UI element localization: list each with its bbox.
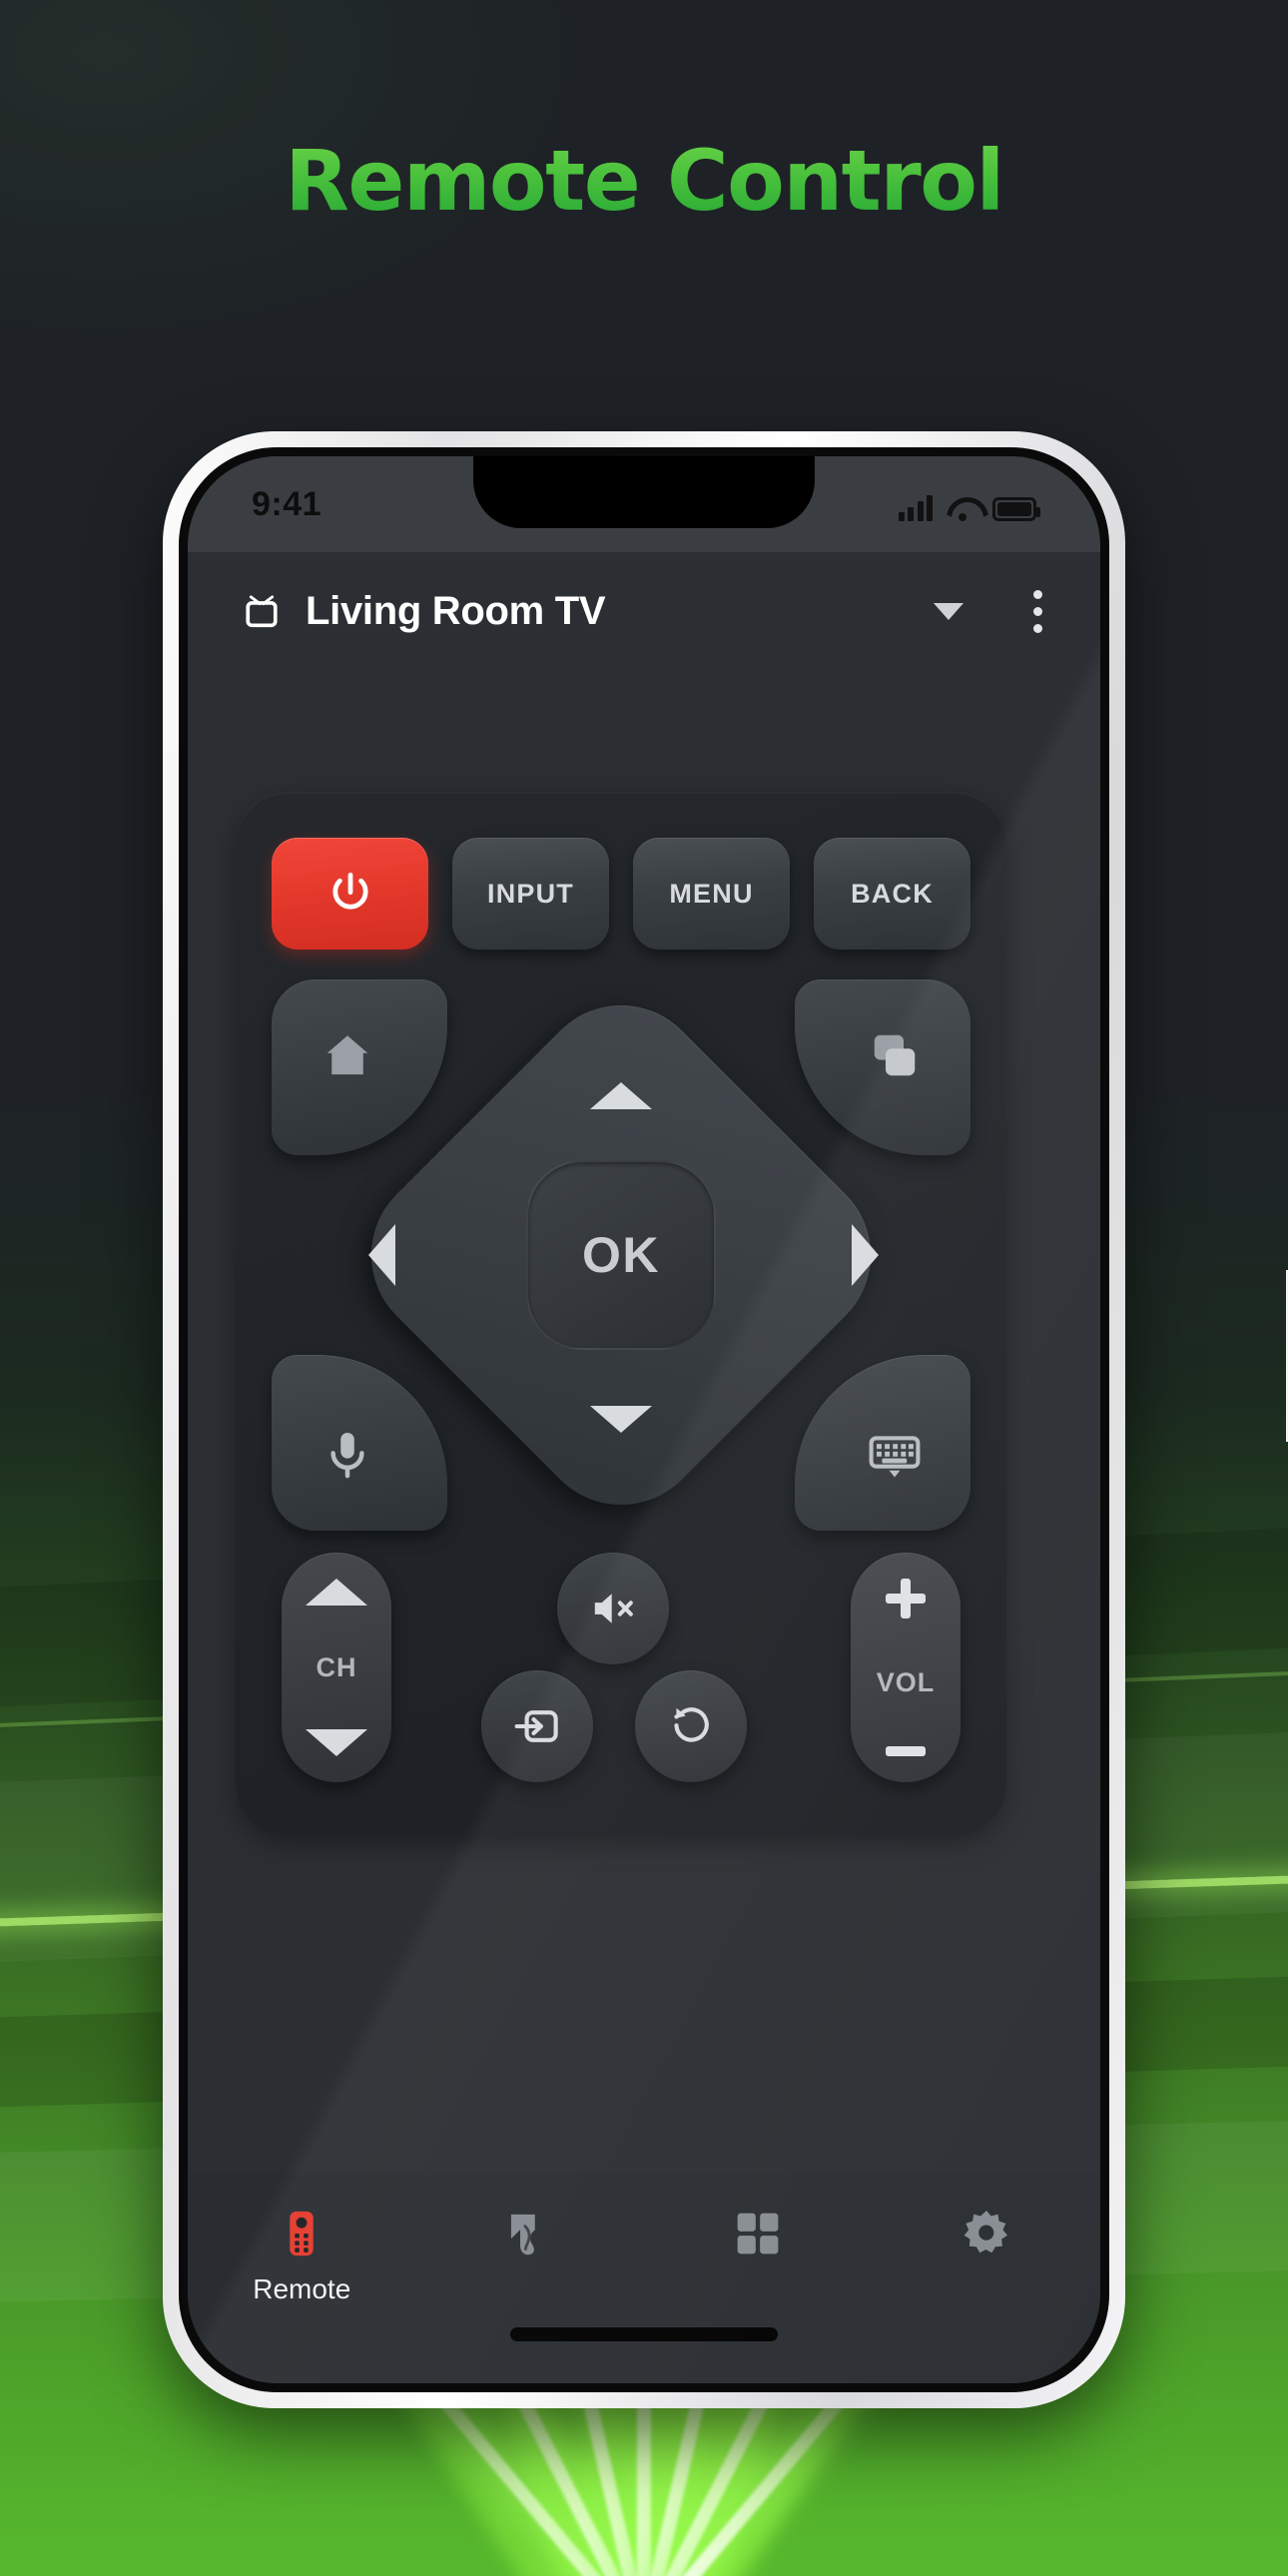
volume-rocker-label: VOL <box>876 1666 936 1697</box>
power-button[interactable] <box>272 838 428 950</box>
channel-rocker[interactable]: CH <box>282 1553 391 1782</box>
status-bar-clock: 9:41 <box>252 484 322 523</box>
dpad-right-button[interactable] <box>817 1207 913 1303</box>
minus-icon <box>886 1746 926 1756</box>
touch-gesture-icon <box>510 2214 535 2255</box>
nav-item-remote[interactable]: Remote <box>188 2208 416 2305</box>
home-icon <box>326 1035 368 1075</box>
remote-panel: INPUT MENU BACK OK CH VOL <box>236 792 1006 1836</box>
arrow-up-icon <box>590 1081 652 1109</box>
volume-mute-icon <box>594 1594 633 1623</box>
nav-item-touchpad[interactable] <box>416 2208 645 2273</box>
rotate-left-icon <box>674 1707 709 1742</box>
input-source-icon <box>514 1710 558 1742</box>
device-name-label: Living Room TV <box>306 588 606 633</box>
mute-button[interactable] <box>557 1553 669 1664</box>
bottom-navigation: Remote <box>188 2174 1100 2383</box>
volume-rocker[interactable]: VOL <box>851 1553 961 1782</box>
gear-icon <box>964 2211 1007 2254</box>
status-bar: 9:41 <box>188 456 1100 552</box>
windows-icon <box>874 1034 916 1076</box>
page-title: Remote Control <box>0 132 1288 230</box>
microphone-icon <box>330 1432 364 1479</box>
power-icon <box>331 872 368 910</box>
kebab-menu-icon[interactable] <box>1033 589 1042 633</box>
keyboard-button[interactable] <box>795 1355 970 1531</box>
arrow-down-icon <box>306 1729 367 1756</box>
home-button[interactable] <box>272 979 447 1155</box>
arrow-left-icon <box>367 1224 395 1286</box>
grid-apps-icon <box>737 2213 779 2254</box>
channel-rocker-label: CH <box>316 1651 357 1682</box>
apps-window-button[interactable] <box>795 979 970 1155</box>
source-input-button[interactable] <box>481 1670 593 1782</box>
replay-button[interactable] <box>635 1670 747 1782</box>
bottom-control-row: CH VOL <box>272 1553 970 1790</box>
nav-item-remote-label: Remote <box>253 2273 351 2304</box>
app-bar: Living Room TV <box>188 552 1100 670</box>
phone-notch <box>473 456 815 528</box>
nav-item-settings[interactable] <box>873 2208 1101 2273</box>
keyboard-icon <box>869 1436 921 1478</box>
cellular-signal-icon <box>898 495 933 521</box>
remote-control-icon <box>290 2211 314 2256</box>
wifi-icon <box>947 495 978 521</box>
battery-icon <box>992 497 1040 521</box>
phone-screen: 9:41 Living Room TV INPUT MENU BACK OK C… <box>188 456 1100 2383</box>
tv-icon <box>246 595 278 628</box>
plus-icon <box>886 1579 926 1618</box>
phone-frame: 9:41 Living Room TV INPUT MENU BACK OK C… <box>163 431 1288 2408</box>
top-button-row: INPUT MENU BACK <box>272 838 970 950</box>
ok-button[interactable]: OK <box>526 1160 716 1350</box>
home-indicator[interactable] <box>510 2327 778 2341</box>
back-button[interactable]: BACK <box>814 838 970 950</box>
dpad-zone: OK <box>272 969 970 1541</box>
arrow-up-icon <box>306 1579 367 1606</box>
dpad-up-button[interactable] <box>573 1047 669 1143</box>
dpad-down-button[interactable] <box>573 1371 669 1467</box>
input-button[interactable]: INPUT <box>452 838 609 950</box>
dpad-left-button[interactable] <box>333 1207 429 1303</box>
phone-bezel: 9:41 Living Room TV INPUT MENU BACK OK C… <box>179 447 1109 2392</box>
nav-item-apps[interactable] <box>644 2208 873 2273</box>
menu-button[interactable]: MENU <box>633 838 790 950</box>
arrow-down-icon <box>590 1405 652 1433</box>
status-bar-icons <box>898 487 1040 521</box>
voice-search-button[interactable] <box>272 1355 447 1531</box>
arrow-right-icon <box>851 1224 879 1286</box>
chevron-down-icon[interactable] <box>934 602 964 620</box>
